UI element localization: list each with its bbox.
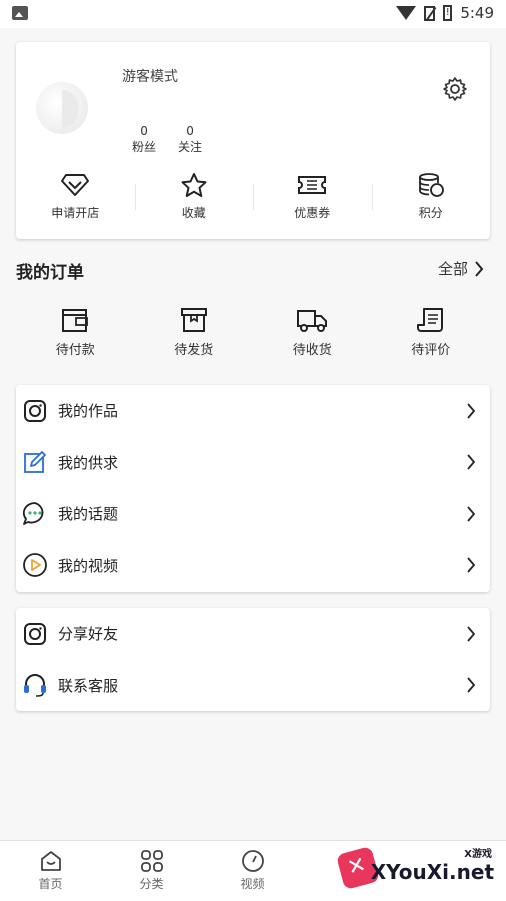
following-label: 关注 (178, 140, 203, 154)
orders-all-link[interactable]: 全部 (438, 258, 484, 279)
nav-label: 分类 (139, 877, 164, 891)
menu-item-my-supply[interactable]: 我的供求 (16, 437, 490, 489)
orders-row: 待付款 待发货 待收货 待评价 (16, 306, 490, 358)
play-icon (23, 553, 47, 578)
shortcut-label: 申请开店 (51, 206, 100, 220)
home-icon (40, 851, 61, 871)
compass-icon (241, 850, 264, 872)
chevron-right-icon (467, 403, 476, 419)
menu-item-share-friends[interactable]: 分享好友 (16, 608, 490, 660)
chat-bubble-icon (22, 501, 44, 525)
order-label: 待付款 (55, 343, 95, 358)
menu-item-label: 我的话题 (58, 505, 119, 524)
chevron-right-icon (475, 260, 484, 277)
shortcut-open-shop[interactable]: 申请开店 (16, 172, 135, 228)
headset-icon (24, 674, 46, 698)
wifi-icon (396, 6, 417, 20)
gear-icon[interactable] (442, 76, 468, 102)
menu-item-my-videos[interactable]: 我的视频 (16, 540, 490, 592)
diamond-icon (61, 174, 90, 196)
chevron-right-icon (467, 557, 476, 573)
order-pending-payment[interactable]: 待付款 (16, 306, 135, 358)
followers-stat[interactable]: 0 粉丝 (132, 124, 156, 155)
gallery-icon (12, 6, 28, 20)
shortcut-label: 收藏 (181, 206, 206, 220)
grid-icon (140, 850, 163, 872)
order-label: 待收货 (292, 343, 332, 358)
username[interactable]: 游客模式 (122, 66, 178, 86)
menu-item-label: 我的视频 (58, 556, 119, 575)
star-icon (181, 173, 207, 197)
followers-count: 0 (140, 124, 148, 138)
watermark-text: XYouXi.net (370, 860, 494, 884)
shortcut-points[interactable]: 积分 (371, 172, 491, 228)
menu-item-customer-service[interactable]: 联系客服 (16, 660, 490, 712)
camera-icon (24, 399, 46, 422)
chevron-right-icon (467, 454, 476, 470)
truck-icon (297, 310, 328, 332)
no-sim-icon (424, 5, 436, 21)
order-pending-review[interactable]: 待评价 (372, 306, 491, 358)
shortcut-coupons[interactable]: 优惠券 (253, 172, 372, 228)
menu-item-label: 联系客服 (58, 676, 119, 695)
nav-label: 视频 (240, 877, 265, 891)
status-time: 5:49 (460, 4, 494, 22)
profile-card: 游客模式 0 粉丝 0 关注 申请开店 收藏 优惠券 积分 (16, 42, 490, 239)
box-icon (180, 308, 207, 332)
shortcut-label: 积分 (418, 206, 443, 220)
shortcut-favorites[interactable]: 收藏 (134, 172, 254, 228)
nav-video[interactable]: 视频 (202, 841, 303, 901)
chevron-right-icon (467, 626, 476, 642)
order-pending-receipt[interactable]: 待收货 (253, 306, 372, 358)
battery-icon: ! (443, 5, 453, 21)
shortcuts-row: 申请开店 收藏 优惠券 积分 (16, 172, 490, 228)
wallet-icon (62, 309, 89, 332)
menu-item-label: 我的作品 (58, 402, 119, 421)
menu-item-my-topics[interactable]: 我的话题 (16, 488, 490, 540)
order-pending-shipment[interactable]: 待发货 (135, 306, 254, 358)
menu-card-2: 分享好友 联系客服 (16, 608, 490, 711)
menu-card-1: 我的作品 我的供求 我的话题 我的视频 (16, 385, 490, 592)
shortcut-label: 优惠券 (294, 206, 331, 220)
review-icon (416, 308, 443, 332)
order-label: 待发货 (174, 343, 214, 358)
orders-all-label: 全部 (437, 260, 468, 278)
chevron-right-icon (467, 677, 476, 693)
watermark-sub: X游戏 (464, 849, 492, 860)
pencil-icon (24, 451, 46, 474)
nav-label: 首页 (38, 877, 63, 891)
menu-item-my-works[interactable]: 我的作品 (16, 385, 490, 437)
following-stat[interactable]: 0 关注 (178, 124, 202, 155)
ticket-icon (298, 176, 327, 194)
chevron-right-icon (467, 506, 476, 522)
orders-title: 我的订单 (16, 263, 84, 283)
followers-label: 粉丝 (132, 140, 157, 154)
camera-icon (24, 622, 46, 645)
following-count: 0 (186, 124, 194, 138)
coins-icon (418, 173, 444, 197)
nav-home[interactable]: 首页 (0, 841, 101, 901)
avatar[interactable] (36, 82, 88, 134)
menu-item-label: 我的供求 (58, 453, 119, 472)
status-bar: ! 5:49 (0, 0, 506, 28)
order-label: 待评价 (411, 343, 451, 358)
menu-item-label: 分享好友 (58, 625, 119, 644)
nav-category[interactable]: 分类 (101, 841, 202, 901)
